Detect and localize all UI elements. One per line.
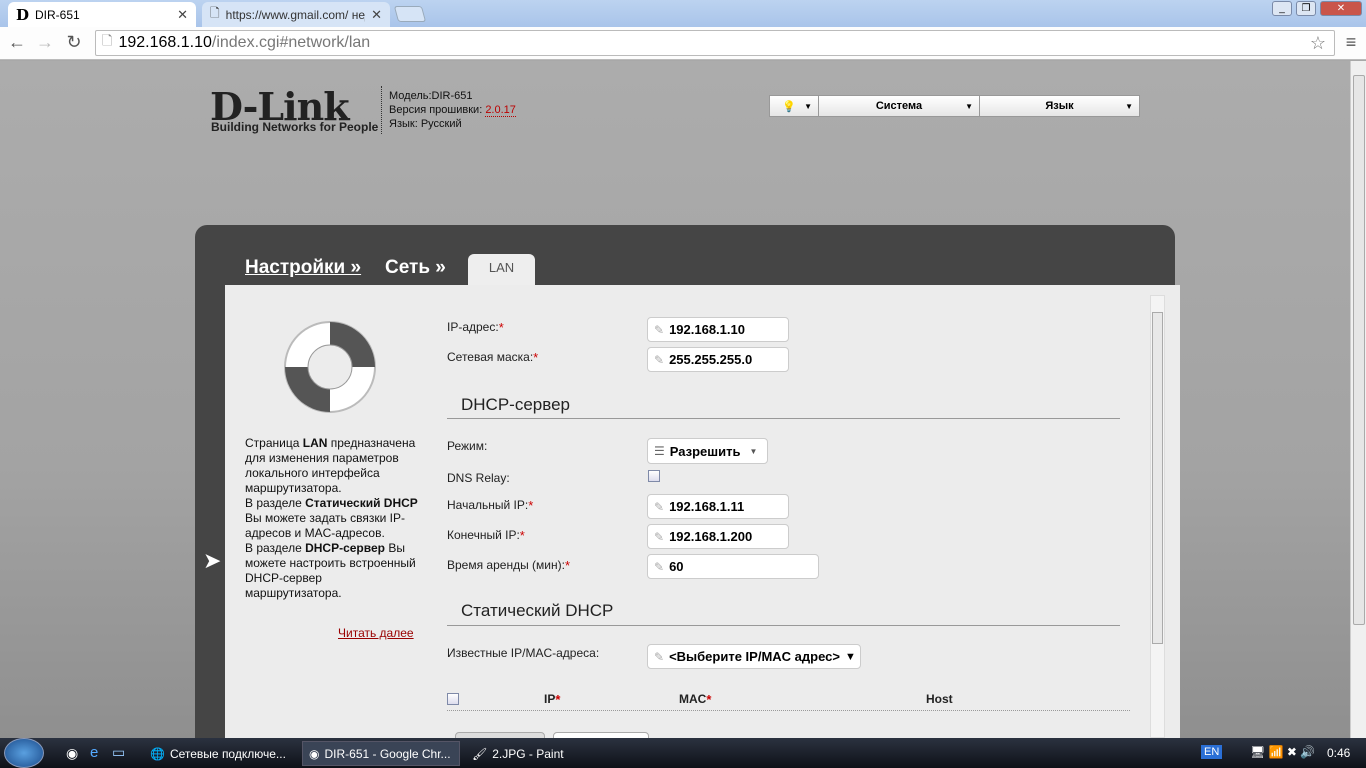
page-icon: 🗋 bbox=[210, 6, 220, 20]
close-tab-icon[interactable]: ✕ bbox=[177, 7, 188, 23]
dlink-favicon-icon: D bbox=[16, 5, 30, 24]
lightbulb-icon: 💡 bbox=[782, 100, 796, 113]
clock[interactable]: 0:46 bbox=[1327, 746, 1350, 760]
url-path: /index.cgi#network/lan bbox=[211, 34, 371, 51]
known-addresses-label: Известные IP/MAC-адреса: bbox=[447, 646, 600, 660]
chrome-icon[interactable]: ◉ bbox=[66, 745, 78, 762]
column-mac: MAC* bbox=[679, 692, 712, 707]
network-icon: 🌐 bbox=[150, 746, 165, 761]
back-icon[interactable]: ← bbox=[6, 32, 28, 53]
mode-label: Режим: bbox=[447, 439, 488, 453]
pencil-icon: ✎ bbox=[654, 322, 665, 337]
restore-button[interactable]: ❐ bbox=[1296, 1, 1316, 16]
close-window-button[interactable]: ✕ bbox=[1320, 1, 1362, 16]
tab-lan[interactable]: LAN bbox=[468, 254, 535, 286]
chevron-down-icon: ▼ bbox=[844, 650, 856, 663]
content-scrollbar[interactable] bbox=[1150, 295, 1165, 738]
read-more-link[interactable]: Читать далее bbox=[338, 626, 414, 640]
tray-icons[interactable]: 🖥 📶 ✖ 🔊 bbox=[1250, 745, 1315, 759]
pencil-icon: ✎ bbox=[654, 352, 665, 367]
dns-relay-checkbox[interactable] bbox=[648, 470, 660, 482]
chevron-down-icon: ▼ bbox=[804, 101, 812, 111]
firmware-info: Версия прошивки: 2.0.17 bbox=[389, 104, 516, 117]
tab-dir651[interactable]: D DIR-651 ✕ bbox=[8, 2, 196, 27]
lease-label: Время аренды (мин):* bbox=[447, 558, 571, 573]
pencil-icon: ✎ bbox=[654, 499, 665, 514]
close-tab-icon[interactable]: ✕ bbox=[371, 7, 382, 23]
reload-icon[interactable]: ↻ bbox=[63, 32, 85, 53]
pencil-icon: ✎ bbox=[654, 649, 665, 664]
pencil-icon: ✎ bbox=[654, 529, 665, 544]
hints-menu-button[interactable]: 💡 ▼ bbox=[769, 95, 819, 117]
end-ip-input[interactable]: ✎ 192.168.1.200 bbox=[647, 524, 789, 549]
chevron-down-icon: ▼ bbox=[965, 101, 973, 111]
firmware-version[interactable]: 2.0.17 bbox=[485, 104, 516, 117]
paint-icon: 🖌 bbox=[472, 746, 488, 761]
dhcp-mode-select[interactable]: ☰ Разрешить ▼ bbox=[647, 438, 768, 464]
taskbar-item-paint[interactable]: 🖌 2.JPG - Paint bbox=[466, 741, 606, 766]
lifebuoy-icon bbox=[284, 321, 376, 413]
subnet-mask-input[interactable]: ✎ 255.255.255.0 bbox=[647, 347, 789, 372]
divider bbox=[447, 710, 1130, 711]
collapse-arrow-icon[interactable]: ➤ bbox=[203, 548, 221, 574]
select-all-checkbox[interactable] bbox=[447, 693, 459, 705]
tab-label: https://www.gmail.com/ нед bbox=[225, 7, 366, 22]
ie-icon[interactable]: e bbox=[90, 744, 98, 761]
model-info: Модель:DIR-651 bbox=[389, 90, 473, 102]
forward-icon[interactable]: → bbox=[34, 32, 56, 53]
list-icon: ☰ bbox=[654, 444, 665, 458]
ip-label: IP-адрес:* bbox=[447, 320, 504, 335]
start-ip-label: Начальный IP:* bbox=[447, 498, 534, 513]
tab-gmail[interactable]: 🗋 https://www.gmail.com/ нед ✕ bbox=[202, 2, 390, 27]
taskbar-item-chrome[interactable]: ◉ DIR-651 - Google Chr... bbox=[302, 741, 460, 766]
system-menu-button[interactable]: Система ▼ bbox=[818, 95, 980, 117]
divider bbox=[381, 86, 382, 134]
known-addresses-select[interactable]: ✎ <Выберите IP/MAC адрес> ▼ bbox=[647, 644, 861, 669]
help-text: Страница LAN предназначена для изменения… bbox=[245, 436, 418, 600]
chevron-down-icon: ▼ bbox=[1125, 101, 1133, 111]
end-ip-label: Конечный IP:* bbox=[447, 528, 525, 543]
chrome-icon: ◉ bbox=[309, 746, 320, 761]
star-icon[interactable]: ☆ bbox=[1310, 33, 1326, 54]
minimize-button[interactable]: _ bbox=[1272, 1, 1292, 16]
desktop-icon[interactable]: ▭ bbox=[112, 744, 125, 761]
page-icon: 🗋 bbox=[102, 33, 113, 48]
browser-tab-strip: D DIR-651 ✕ 🗋 https://www.gmail.com/ нед ✕ _… bbox=[0, 0, 1366, 27]
page-scrollbar[interactable] bbox=[1350, 61, 1366, 738]
lease-time-input[interactable]: ✎ 60 bbox=[647, 554, 819, 579]
breadcrumb-settings[interactable]: Настройки » bbox=[245, 257, 361, 279]
start-ip-input[interactable]: ✎ 192.168.1.11 bbox=[647, 494, 789, 519]
divider bbox=[447, 625, 1120, 626]
taskbar: ◉ e ▭ 🌐 Сетевые подключе... ◉ DIR-651 - Go… bbox=[0, 738, 1366, 768]
chevron-down-icon: ▼ bbox=[749, 446, 758, 456]
dns-relay-label: DNS Relay: bbox=[447, 471, 510, 485]
tab-label: DIR-651 bbox=[35, 7, 80, 22]
logo-tagline: Building Networks for People bbox=[211, 120, 379, 134]
taskbar-item-network[interactable]: 🌐 Сетевые подключе... bbox=[144, 741, 299, 766]
language-info: Язык: Русский bbox=[389, 118, 462, 130]
breadcrumb-network[interactable]: Сеть » bbox=[385, 257, 446, 279]
address-bar[interactable]: 🗋 192.168.1.10/index.cgi#network/lan ☆ bbox=[95, 30, 1335, 56]
static-dhcp-section-title: Статический DHCP bbox=[461, 601, 614, 620]
column-ip: IP* bbox=[544, 692, 561, 707]
start-button[interactable] bbox=[4, 738, 44, 768]
new-tab-button[interactable] bbox=[393, 6, 427, 22]
ip-address-input[interactable]: ✎ 192.168.1.10 bbox=[647, 317, 789, 342]
url-host: 192.168.1.10 bbox=[118, 34, 212, 51]
menu-icon[interactable]: ≡ bbox=[1340, 32, 1362, 53]
column-host: Host bbox=[926, 692, 953, 706]
divider bbox=[447, 418, 1120, 419]
mask-label: Сетевая маска:* bbox=[447, 350, 539, 365]
language-menu-button[interactable]: Язык ▼ bbox=[979, 95, 1140, 117]
pencil-icon: ✎ bbox=[654, 559, 665, 574]
dhcp-section-title: DHCP-сервер bbox=[461, 395, 570, 414]
language-indicator[interactable]: EN bbox=[1201, 745, 1223, 759]
